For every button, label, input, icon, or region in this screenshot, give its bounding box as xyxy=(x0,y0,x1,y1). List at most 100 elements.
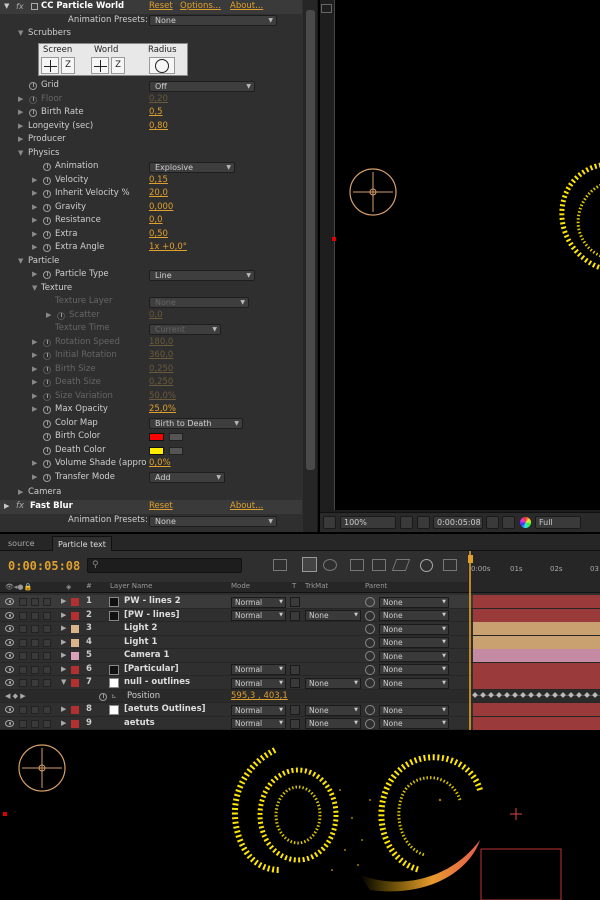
layer-name[interactable]: Camera 1 xyxy=(124,649,169,663)
label-color-swatch[interactable] xyxy=(71,611,79,620)
layer-duration-bar[interactable] xyxy=(473,608,600,622)
layer-row[interactable]: ▶ 6 [Particular] Normal None xyxy=(0,662,600,677)
toggle-mask-icon[interactable] xyxy=(323,516,336,529)
track-matte-dropdown[interactable]: None xyxy=(305,677,361,689)
max-opacity-value[interactable]: 25,0% xyxy=(149,403,176,417)
time-ruler[interactable]: 0:00s 01s 02s 03 xyxy=(468,551,600,583)
audio-toggle[interactable] xyxy=(19,598,27,606)
keyframe-icon[interactable] xyxy=(544,691,550,698)
solo-toggle[interactable] xyxy=(31,638,39,647)
inherit-velocity-value[interactable]: 20,0 xyxy=(149,187,168,201)
expand-arrow-icon[interactable]: ▶ xyxy=(18,93,23,107)
parent-pickwhip-icon[interactable] xyxy=(365,624,375,634)
world-xy-scrubber[interactable] xyxy=(91,57,109,74)
color-map-dropdown[interactable]: Birth to Death xyxy=(149,418,243,429)
expand-arrow-icon[interactable]: ▼ xyxy=(32,282,37,296)
stopwatch-icon[interactable] xyxy=(43,190,51,198)
solo-toggle[interactable] xyxy=(31,719,39,728)
physics-group[interactable]: ▼ Physics xyxy=(0,147,302,161)
fast-blur-about-link[interactable]: About... xyxy=(230,500,263,514)
stopwatch-icon[interactable] xyxy=(29,95,37,104)
lock-toggle[interactable] xyxy=(43,598,51,606)
label-color-swatch[interactable] xyxy=(71,679,79,687)
scrollbar[interactable] xyxy=(303,0,317,532)
screen-z-scrubber[interactable]: Z xyxy=(61,57,75,74)
parent-dropdown[interactable]: None xyxy=(379,704,449,716)
expand-arrow-icon[interactable]: ▶ xyxy=(61,703,66,717)
keyframe-icon[interactable] xyxy=(584,691,590,698)
preserve-transparency-toggle[interactable] xyxy=(290,610,300,621)
velocity-value[interactable]: 0,15 xyxy=(149,174,168,188)
layer-duration-bar[interactable] xyxy=(473,676,600,689)
stopwatch-icon[interactable] xyxy=(43,271,51,279)
resolution-dropdown[interactable]: Full xyxy=(535,516,581,529)
expand-arrow-icon[interactable]: ▶ xyxy=(32,376,37,390)
expand-arrow-icon[interactable]: ▶ xyxy=(61,595,66,609)
label-color-swatch[interactable] xyxy=(71,598,79,606)
floor-value[interactable]: 0,20 xyxy=(149,93,168,107)
radius-scrubber[interactable] xyxy=(149,57,175,74)
layer-name[interactable]: [Particular] xyxy=(124,663,179,677)
lock-toggle[interactable] xyxy=(43,638,51,647)
expand-arrow-icon[interactable]: ▶ xyxy=(32,214,37,228)
expand-arrow-icon[interactable]: ▼ xyxy=(18,255,23,269)
texture-time-dropdown[interactable]: Current xyxy=(149,323,221,335)
texture-layer-dropdown[interactable]: None xyxy=(149,296,249,308)
solo-toggle[interactable] xyxy=(31,665,39,674)
expand-arrow-icon[interactable]: ▶ xyxy=(32,390,37,404)
live-update-icon[interactable] xyxy=(302,557,317,572)
stopwatch-icon[interactable] xyxy=(43,406,51,414)
blend-mode-dropdown[interactable]: Normal xyxy=(231,664,286,675)
track-matte-dropdown[interactable]: None xyxy=(305,610,361,621)
stopwatch-icon[interactable] xyxy=(43,473,51,482)
stopwatch-icon[interactable] xyxy=(99,692,107,701)
stopwatch-icon[interactable] xyxy=(43,392,51,401)
motion-blur-icon[interactable] xyxy=(391,559,411,571)
camera-group[interactable]: ▶ Camera xyxy=(0,486,302,500)
visibility-eye-icon[interactable] xyxy=(5,665,14,673)
parent-dropdown[interactable]: None xyxy=(379,610,449,621)
expand-arrow-icon[interactable]: ▶ xyxy=(4,500,9,514)
texture-group[interactable]: ▼ Texture xyxy=(0,282,302,296)
keyframe-icon[interactable] xyxy=(592,691,598,698)
keyframe-icon[interactable] xyxy=(472,691,478,698)
expand-arrow-icon[interactable]: ▶ xyxy=(61,649,66,663)
audio-toggle[interactable] xyxy=(19,719,27,728)
stopwatch-icon[interactable] xyxy=(43,217,51,225)
viewer-menu-icon[interactable] xyxy=(321,4,332,13)
expand-arrow-icon[interactable]: ▶ xyxy=(32,471,37,485)
label-color-swatch[interactable] xyxy=(71,706,79,714)
scatter-value[interactable]: 0,0 xyxy=(149,309,163,323)
label-color-swatch[interactable] xyxy=(71,719,79,728)
expand-arrow-icon[interactable]: ▼ xyxy=(4,0,9,14)
layer-name[interactable]: [PW - lines] xyxy=(124,609,180,623)
birth-size-value[interactable]: 0,250 xyxy=(149,363,173,377)
lock-toggle[interactable] xyxy=(43,652,51,660)
lock-toggle[interactable] xyxy=(43,679,51,687)
expand-arrow-icon[interactable]: ▶ xyxy=(61,663,66,677)
expand-arrow-icon[interactable]: ▼ xyxy=(18,147,23,161)
expand-arrow-icon[interactable]: ▶ xyxy=(61,622,66,636)
animation-presets-dropdown[interactable]: None xyxy=(149,515,277,527)
layer-name[interactable]: null - outlines xyxy=(124,676,190,690)
visibility-eye-icon[interactable] xyxy=(5,652,14,659)
preserve-transparency-toggle[interactable] xyxy=(290,718,300,729)
screen-xy-scrubber[interactable] xyxy=(41,57,59,74)
solo-toggle[interactable] xyxy=(31,598,39,606)
stopwatch-icon[interactable] xyxy=(43,244,51,252)
stopwatch-icon[interactable] xyxy=(29,109,37,117)
extra-angle-value[interactable]: 1x +0,0° xyxy=(149,241,187,255)
layer-duration-bar[interactable] xyxy=(473,635,600,649)
auto-keyframe-icon[interactable] xyxy=(443,559,457,571)
visibility-eye-icon[interactable] xyxy=(5,679,14,686)
audio-toggle[interactable] xyxy=(19,706,27,714)
visibility-eye-icon[interactable] xyxy=(5,598,14,605)
visibility-eye-icon[interactable] xyxy=(5,719,14,727)
viewer-timecode[interactable]: 0:00:05:08 xyxy=(433,516,483,529)
layer-duration-bar[interactable] xyxy=(473,649,600,662)
parent-dropdown[interactable]: None xyxy=(379,718,449,729)
keyframe-icon[interactable] xyxy=(496,691,502,698)
stopwatch-icon[interactable] xyxy=(43,365,51,374)
blend-mode-dropdown[interactable]: Normal xyxy=(231,718,286,729)
eyedropper-icon[interactable] xyxy=(169,446,183,455)
